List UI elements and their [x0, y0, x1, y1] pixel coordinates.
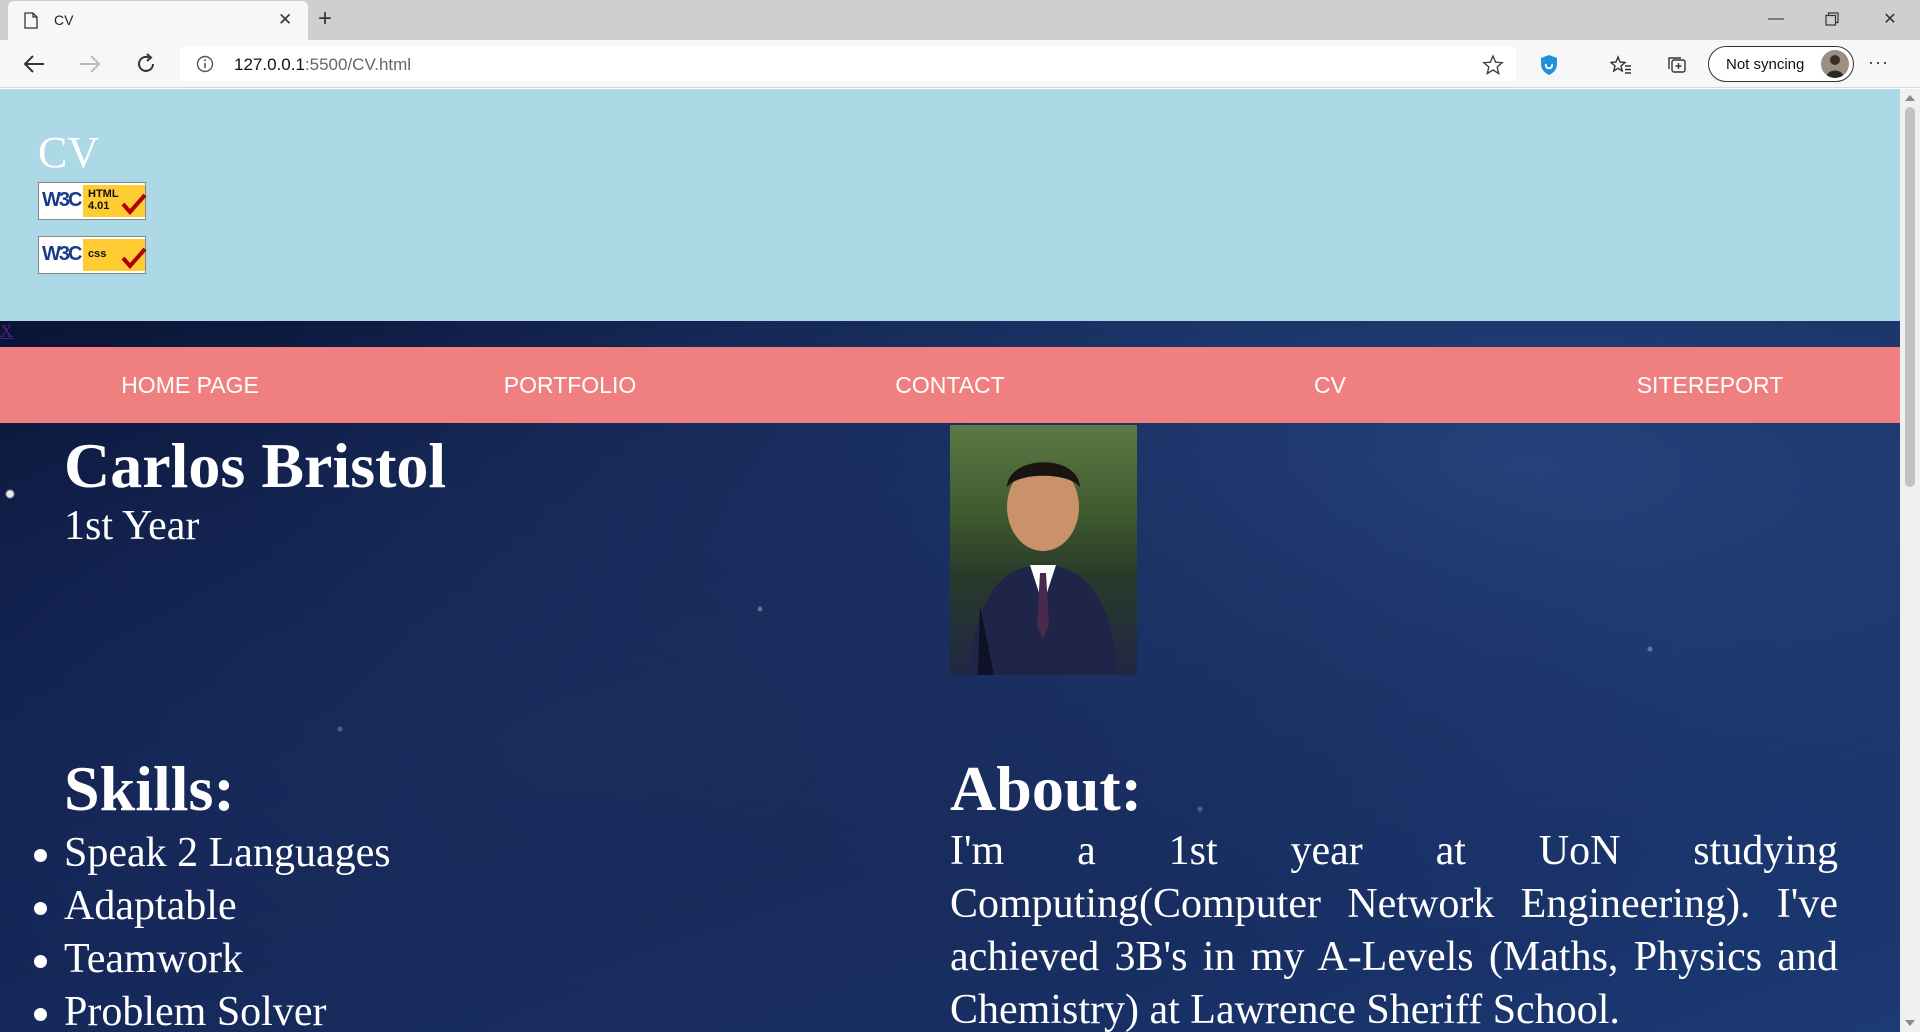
scrollbar-thumb[interactable] — [1905, 107, 1915, 487]
new-tab-icon[interactable]: + — [318, 6, 332, 32]
back-icon[interactable] — [20, 50, 48, 78]
skills-list: Speak 2 Languages Adaptable Teamwork Pro… — [34, 827, 391, 1032]
collections-icon[interactable] — [1664, 52, 1690, 78]
list-item: Speak 2 Languages — [34, 827, 391, 880]
nav-item-sitereport[interactable]: SITEREPORT — [1520, 347, 1900, 423]
browser-tab[interactable]: CV ✕ — [8, 1, 308, 40]
nav-item-home[interactable]: HOME PAGE — [0, 347, 380, 423]
url-text[interactable]: 127.0.0.1:5500/CV.html — [234, 55, 411, 75]
favorite-star-icon[interactable] — [1482, 54, 1504, 76]
minimize-icon[interactable]: — — [1748, 0, 1804, 38]
close-tab-icon[interactable]: ✕ — [278, 10, 292, 30]
forward-icon[interactable] — [76, 50, 104, 78]
list-item: Teamwork — [34, 933, 391, 986]
scroll-up-icon[interactable] — [1905, 95, 1915, 101]
restore-icon[interactable] — [1804, 0, 1860, 38]
nav-item-portfolio[interactable]: PORTFOLIO — [380, 347, 760, 423]
skills-heading: Skills: — [64, 753, 235, 824]
close-window-icon[interactable]: ✕ — [1862, 0, 1918, 38]
main-nav: HOME PAGE PORTFOLIO CONTACT CV SITEREPOR… — [0, 347, 1900, 423]
browser-tab-bar: CV ✕ + — ✕ — [0, 0, 1920, 40]
info-icon[interactable] — [196, 55, 214, 73]
sync-label: Not syncing — [1726, 56, 1805, 73]
tab-title: CV — [54, 12, 74, 28]
sync-profile-button[interactable]: Not syncing — [1708, 46, 1854, 82]
scroll-down-icon[interactable] — [1905, 1020, 1915, 1026]
list-item: Problem Solver — [34, 986, 391, 1032]
refresh-icon[interactable] — [132, 50, 160, 78]
profile-year: 1st Year — [64, 503, 200, 549]
more-options-icon[interactable]: ··· — [1868, 52, 1889, 73]
w3c-html-badge[interactable]: W3C HTML 4.01 — [38, 182, 147, 220]
page-viewport: CV W3C HTML 4.01 W3C css X HOME PAGE PORT… — [0, 89, 1900, 1032]
avatar — [1821, 50, 1849, 78]
checkmark-icon — [121, 193, 147, 215]
w3c-css-badge[interactable]: W3C css — [38, 236, 147, 274]
close-link[interactable]: X — [0, 321, 13, 341]
vertical-scrollbar[interactable] — [1900, 89, 1920, 1032]
profile-photo — [950, 425, 1137, 675]
browser-toolbar: 127.0.0.1:5500/CV.html Not syncing ··· — [0, 40, 1920, 88]
site-header: CV W3C HTML 4.01 W3C css — [0, 89, 1900, 321]
list-item: Adaptable — [34, 880, 391, 933]
page-icon — [24, 12, 38, 29]
nav-item-cv[interactable]: CV — [1140, 347, 1520, 423]
about-heading: About: — [950, 753, 1143, 824]
profile-name: Carlos Bristol — [64, 430, 447, 501]
address-bar[interactable]: 127.0.0.1:5500/CV.html — [180, 46, 1516, 82]
page-title: CV — [38, 128, 100, 177]
nav-item-contact[interactable]: CONTACT — [760, 347, 1140, 423]
favorites-icon[interactable] — [1608, 52, 1634, 78]
about-text: I'm a 1st year at UoN studying Computing… — [950, 828, 1838, 1032]
checkmark-icon — [121, 247, 147, 269]
shield-icon[interactable] — [1536, 52, 1562, 78]
